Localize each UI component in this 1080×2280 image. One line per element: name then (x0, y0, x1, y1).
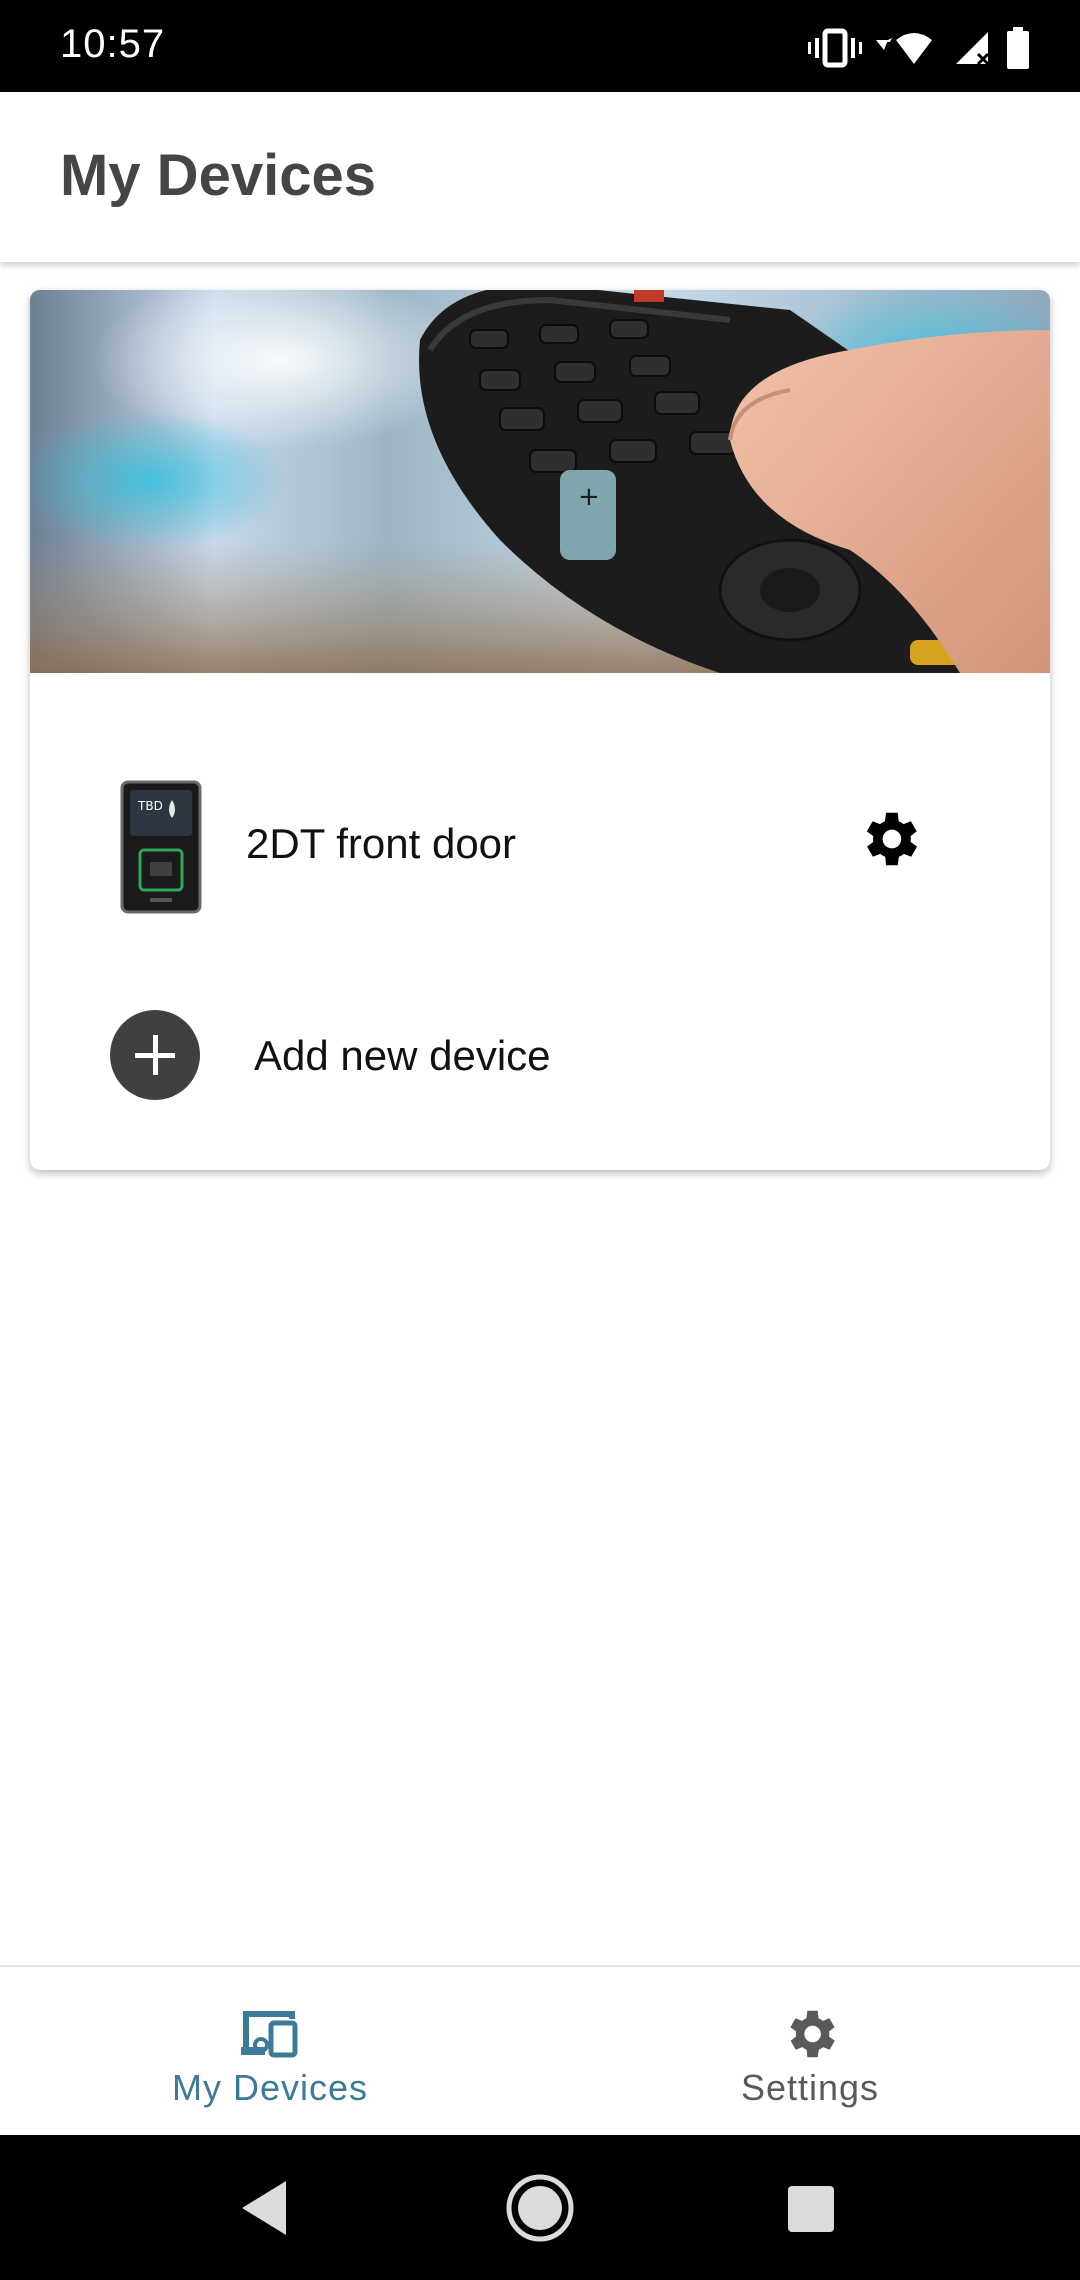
add-new-device-label[interactable]: Add new device (254, 1032, 551, 1080)
page-title: My Devices (60, 143, 376, 208)
door-panel-device: TBD (120, 780, 202, 914)
app-bar: My Devices (0, 92, 1080, 262)
nav-label-settings: Settings (740, 2067, 880, 2108)
home-icon[interactable] (480, 2135, 600, 2280)
gear-icon (790, 2010, 835, 2058)
add-icon[interactable] (110, 1010, 200, 1100)
device-settings-gear-icon[interactable] (854, 804, 924, 874)
svg-text:+: + (578, 482, 600, 512)
bottom-navigation: My Devices Settings (0, 1965, 1080, 2135)
nav-item-settings[interactable]: Settings (540, 1967, 1080, 2137)
battery-icon (1006, 27, 1030, 69)
status-icons (808, 26, 1030, 70)
add-device-row[interactable]: Add new device (30, 1010, 1050, 1110)
svg-text:TBD: TBD (137, 799, 163, 813)
cell-signal-icon (952, 28, 992, 68)
back-icon[interactable] (206, 2135, 326, 2280)
recents-icon[interactable] (750, 2135, 870, 2280)
status-bar: 10:57 (0, 0, 1080, 92)
nav-label-my-devices: My Devices (171, 2067, 369, 2108)
device-name: 2DT front door (246, 820, 517, 867)
tv-remote-photo: + (30, 290, 1050, 673)
system-navigation-bar (0, 2135, 1080, 2280)
devices-card: + TBD 2DT front door Add new device (30, 290, 1050, 1170)
wifi-icon (876, 28, 938, 68)
vibrate-icon (808, 28, 862, 68)
devices-icon (241, 2011, 298, 2058)
device-row[interactable]: TBD 2DT front door (30, 780, 1050, 930)
status-time: 10:57 (60, 22, 166, 66)
nav-item-my-devices[interactable]: My Devices (0, 1967, 540, 2137)
